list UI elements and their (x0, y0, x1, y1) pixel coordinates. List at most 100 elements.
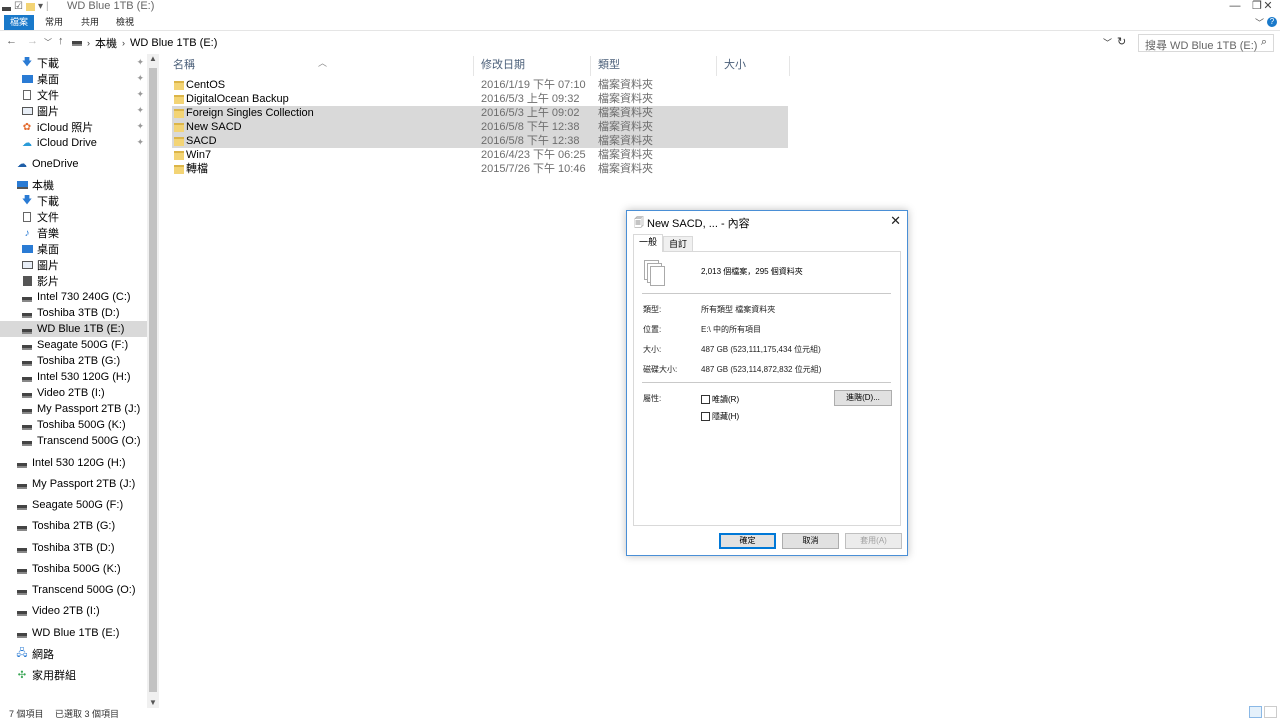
sidebar-item-drive-e[interactable]: WD Blue 1TB (E:) (0, 321, 147, 337)
sidebar-item-drive-h[interactable]: Intel 530 120G (H:) (0, 369, 147, 385)
file-row-digitalocean-backup[interactable]: DigitalOcean Backup 2016/5/3 上午 09:32 檔案… (172, 92, 788, 106)
file-row-new-sacd[interactable]: New SACD 2016/5/8 下午 12:38 檔案資料夾 (172, 120, 788, 134)
sidebar-item-drive-i[interactable]: Video 2TB (I:) (0, 385, 147, 401)
large-icons-view-icon[interactable] (1264, 706, 1277, 718)
back-arrow-icon[interactable]: ← (6, 35, 17, 47)
sidebar-item-drive-f[interactable]: Seagate 500G (F:) (0, 337, 147, 353)
sidebar-drive-h[interactable]: Intel 530 120G (H:) (0, 455, 147, 471)
column-header-type[interactable]: 類型 (591, 56, 717, 76)
sidebar-item-pc-pictures[interactable]: 圖片 (0, 257, 147, 273)
customize-toolbar-icon[interactable]: ▾ (38, 1, 43, 12)
pin-icon[interactable]: ✦ (136, 137, 144, 148)
file-row-win7[interactable]: Win7 2016/4/23 下午 06:25 檔案資料夾 (172, 148, 788, 162)
column-header-size[interactable]: 大小 (717, 56, 790, 76)
sidebar-drive-f[interactable]: Seagate 500G (F:) (0, 497, 147, 513)
sidebar-drive-o[interactable]: Transcend 500G (O:) (0, 582, 147, 598)
new-folder-icon[interactable] (25, 2, 35, 11)
size-label: 大小: (643, 345, 662, 354)
checkbox-icon[interactable] (701, 412, 710, 421)
pin-icon[interactable]: ✦ (136, 57, 144, 68)
tab-view[interactable]: 檢視 (113, 15, 137, 30)
sidebar-item-icloud-drive[interactable]: ☁ iCloud Drive ✦ (0, 135, 147, 151)
advanced-button[interactable]: 進階(D)... (834, 390, 892, 406)
sidebar-scrollbar[interactable]: ▲ ▼ (147, 54, 159, 708)
readonly-checkbox[interactable]: 唯讀(R) (701, 394, 739, 405)
sidebar-item-drive-o[interactable]: Transcend 500G (O:) (0, 433, 147, 449)
sidebar-item-onedrive[interactable]: ☁ OneDrive (0, 156, 147, 172)
column-header-name[interactable]: 名稱 ︿ (166, 56, 474, 76)
tab-share[interactable]: 共用 (78, 15, 102, 30)
dialog-close-icon[interactable]: ✕ (890, 213, 901, 229)
minimize-button[interactable]: — (1223, 0, 1247, 14)
search-input[interactable]: 搜尋 WD Blue 1TB (E:) ⌕ (1138, 34, 1274, 52)
file-row-convert[interactable]: 轉檔 2015/7/26 下午 10:46 檔案資料夾 (172, 162, 788, 176)
sidebar-item-pc-downloads[interactable]: 🡇 下載 (0, 193, 147, 209)
ribbon-tabs: 檔案 常用 共用 檢視 ﹀ ? (0, 14, 1280, 31)
breadcrumb-chevron-icon[interactable]: › (87, 38, 90, 48)
file-row-foreign-singles-collection[interactable]: Foreign Singles Collection 2016/5/3 上午 0… (172, 106, 788, 120)
tab-file[interactable]: 檔案 (4, 15, 34, 30)
file-type: 檔案資料夾 (598, 149, 653, 161)
help-icon[interactable]: ? (1267, 17, 1277, 27)
close-button[interactable]: ✕ (1256, 0, 1280, 14)
pin-icon[interactable]: ✦ (136, 89, 144, 100)
sidebar-item-drive-k[interactable]: Toshiba 500G (K:) (0, 417, 147, 433)
sidebar-drive-e[interactable]: WD Blue 1TB (E:) (0, 625, 147, 641)
scrollbar-thumb[interactable] (149, 68, 157, 692)
sidebar-item-homegroup[interactable]: ✣ 家用群組 (0, 667, 147, 683)
sidebar-item-documents[interactable]: 文件 ✦ (0, 87, 147, 103)
navigation-pane[interactable]: 🡇 下載 ✦ 桌面 ✦ 文件 ✦ 圖片 ✦ ✿ iCloud 照片 ✦ ☁ iC… (0, 54, 147, 708)
refresh-icon[interactable]: ↻ (1117, 35, 1126, 48)
desktop-icon (21, 73, 33, 85)
expand-ribbon-icon[interactable]: ﹀ (1255, 16, 1264, 29)
sidebar-item-drive-d[interactable]: Toshiba 3TB (D:) (0, 305, 147, 321)
disk-size-value: 487 GB (523,114,872,832 位元組) (701, 365, 822, 374)
sidebar-drive-k[interactable]: Toshiba 500G (K:) (0, 561, 147, 577)
sidebar-item-pictures[interactable]: 圖片 ✦ (0, 103, 147, 119)
sidebar-item-pc-documents[interactable]: 文件 (0, 209, 147, 225)
hidden-checkbox[interactable]: 隱藏(H) (701, 411, 739, 422)
sidebar-item-network[interactable]: 🖧 網路 (0, 646, 147, 662)
breadcrumb-this-pc[interactable]: 本機 (95, 35, 117, 51)
apply-button[interactable]: 套用(A) (845, 533, 902, 549)
sidebar-item-this-pc[interactable]: 本機 (0, 177, 147, 193)
sidebar-item-pc-music[interactable]: ♪ 音樂 (0, 225, 147, 241)
scroll-up-icon[interactable]: ▲ (149, 54, 157, 63)
breadcrumb-current-drive[interactable]: WD Blue 1TB (E:) (130, 37, 217, 49)
address-dropdown-icon[interactable]: ﹀ (1103, 36, 1112, 49)
recent-locations-icon[interactable]: ﹀ (44, 37, 52, 48)
sidebar-drive-j[interactable]: My Passport 2TB (J:) (0, 476, 147, 492)
properties-dialog[interactable]: 🗐 New SACD, ... - 內容 ✕ 一般 自訂 2,013 個檔案，2… (626, 210, 908, 556)
up-arrow-icon[interactable]: ↑ (58, 35, 64, 47)
pin-icon[interactable]: ✦ (136, 121, 144, 132)
sidebar-drive-i[interactable]: Video 2TB (I:) (0, 603, 147, 619)
sidebar-item-icloud-photos[interactable]: ✿ iCloud 照片 ✦ (0, 119, 147, 135)
file-row-centos[interactable]: CentOS 2016/1/19 下午 07:10 檔案資料夾 (172, 78, 788, 92)
pin-icon[interactable]: ✦ (136, 73, 144, 84)
details-view-icon[interactable] (1249, 706, 1262, 718)
tab-customize[interactable]: 自訂 (663, 236, 693, 251)
sidebar-item-pc-videos[interactable]: 影片 (0, 273, 147, 289)
file-row-sacd[interactable]: SACD 2016/5/8 下午 12:38 檔案資料夾 (172, 134, 788, 148)
cancel-button[interactable]: 取消 (782, 533, 839, 549)
sidebar-item-drive-g[interactable]: Toshiba 2TB (G:) (0, 353, 147, 369)
sidebar-item-drive-j[interactable]: My Passport 2TB (J:) (0, 401, 147, 417)
sidebar-item-downloads[interactable]: 🡇 下載 ✦ (0, 55, 147, 71)
pin-icon[interactable]: ✦ (136, 105, 144, 116)
sidebar-item-drive-c[interactable]: Intel 730 240G (C:) (0, 289, 147, 305)
sidebar-item-desktop[interactable]: 桌面 ✦ (0, 71, 147, 87)
forward-arrow-icon[interactable]: → (27, 35, 38, 47)
tab-home[interactable]: 常用 (42, 15, 66, 30)
sidebar-drive-d[interactable]: Toshiba 3TB (D:) (0, 540, 147, 556)
properties-icon[interactable]: ☑ (14, 1, 23, 12)
network-icon: 🖧 (16, 647, 28, 659)
address-bar[interactable]: › 本機 › WD Blue 1TB (E:) (72, 34, 1132, 52)
tab-general[interactable]: 一般 (633, 234, 663, 252)
sidebar-drive-g[interactable]: Toshiba 2TB (G:) (0, 518, 147, 534)
column-header-date[interactable]: 修改日期 (474, 56, 591, 76)
file-type: 檔案資料夾 (598, 121, 653, 133)
checkbox-icon[interactable] (701, 395, 710, 404)
sidebar-item-pc-desktop[interactable]: 桌面 (0, 241, 147, 257)
breadcrumb-chevron-icon[interactable]: › (122, 38, 125, 48)
ok-button[interactable]: 確定 (719, 533, 776, 549)
